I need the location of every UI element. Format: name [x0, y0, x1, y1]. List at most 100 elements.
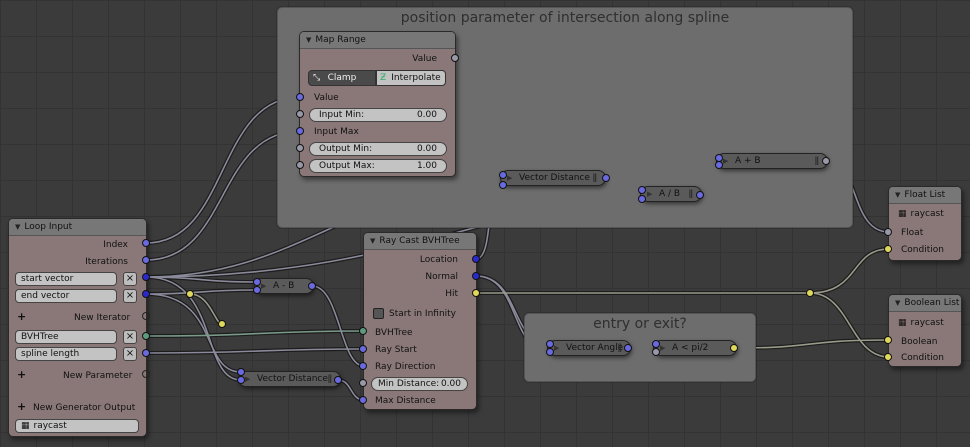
subtract-a-socket[interactable] — [253, 278, 261, 286]
remove-end-vector-button[interactable]: × — [123, 289, 137, 303]
new-iterator-socket[interactable] — [142, 312, 150, 320]
triangle-down-icon[interactable]: ▼ — [15, 219, 20, 235]
subtract-out-socket[interactable] — [308, 282, 316, 290]
node-header[interactable]: ▼ Float List — [889, 187, 961, 204]
add-out-socket[interactable] — [822, 157, 830, 165]
compare-node[interactable]: ▶ A < pi/2 — [653, 340, 737, 356]
vector-angle-node[interactable]: ▶ Vector Angle ǁ — [547, 340, 631, 356]
index-label: Index — [103, 240, 128, 250]
bvhtree-socket[interactable] — [142, 332, 150, 340]
min-distance-socket[interactable] — [359, 379, 367, 387]
triangle-down-icon[interactable]: ▼ — [895, 295, 900, 311]
vector-distance-bottom-node[interactable]: ▶ Vector Distance ǁ — [238, 371, 341, 387]
input-min-field[interactable]: Input Min: 0.00 — [309, 108, 447, 122]
raycast-bvhtree-node[interactable]: ▼ Ray Cast BVHTree Location Normal Hit St… — [363, 232, 477, 410]
float-list-node[interactable]: ▼ Float List ▦ raycast Float Condition — [888, 186, 962, 261]
new-parameter-button[interactable]: + New Parameter — [17, 369, 132, 382]
remove-bvhtree-button[interactable]: × — [123, 330, 137, 344]
input-min-socket[interactable] — [296, 110, 304, 118]
max-distance-socket[interactable] — [359, 396, 367, 404]
index-socket[interactable] — [142, 239, 150, 247]
output-max-socket[interactable] — [296, 161, 304, 169]
divide-a-socket[interactable] — [638, 186, 646, 194]
boolean-condition-socket[interactable] — [884, 353, 892, 361]
normal-socket[interactable] — [472, 272, 480, 280]
value-output-socket[interactable] — [451, 54, 459, 62]
vector-distance-bottom-a-socket[interactable] — [237, 368, 245, 376]
boolean-label: Boolean — [901, 337, 938, 347]
node-header[interactable]: ▼ Map Range — [300, 32, 455, 49]
triangle-right-icon[interactable]: ▶ — [554, 341, 559, 355]
generator-field[interactable]: ▦ raycast — [15, 419, 139, 433]
ray-start-socket[interactable] — [359, 345, 367, 353]
triangle-right-icon[interactable]: ▶ — [723, 154, 728, 168]
boolean-list-node[interactable]: ▼ Boolean List ▦ raycast Boolean Condition — [888, 294, 962, 367]
bvhtree-input-socket[interactable] — [359, 327, 367, 335]
vector-distance-bottom-out-socket[interactable] — [334, 376, 342, 384]
triangle-down-icon[interactable]: ▼ — [895, 187, 900, 203]
triangle-right-icon[interactable]: ▶ — [245, 372, 250, 386]
vector-distance-a-socket[interactable] — [499, 171, 507, 179]
triangle-down-icon[interactable]: ▼ — [306, 32, 311, 48]
node-header[interactable]: ▼ Boolean List — [889, 295, 961, 312]
output-max-field[interactable]: Output Max: 1.00 — [309, 159, 447, 173]
node-header[interactable]: ▼ Loop Input — [9, 219, 146, 236]
divide-node[interactable]: ▶ A / Bǁ — [640, 186, 702, 202]
input-max-socket[interactable] — [296, 127, 304, 135]
triangle-right-icon[interactable]: ▶ — [660, 341, 665, 355]
divide-b-socket[interactable] — [638, 195, 646, 203]
vector-distance-node[interactable]: ▶ Vector Distance ǁ — [500, 170, 606, 186]
triangle-right-icon[interactable]: ▶ — [647, 187, 652, 201]
min-distance-field[interactable]: Min Distance: 0.00 — [371, 377, 468, 391]
divide-out-socket[interactable] — [696, 191, 704, 199]
start-vector-field[interactable]: start vector — [15, 272, 117, 286]
spline-length-field[interactable]: spline length — [15, 347, 117, 361]
new-generator-output-button[interactable]: + New Generator Output — [17, 401, 135, 414]
end-vector-socket[interactable] — [142, 290, 150, 298]
node-header[interactable]: ▼ Ray Cast BVHTree — [364, 233, 476, 250]
vector-distance-b-socket[interactable] — [499, 181, 507, 189]
end-vector-field[interactable]: end vector — [15, 289, 117, 303]
output-min-socket[interactable] — [296, 144, 304, 152]
remove-spline-length-button[interactable]: × — [123, 347, 137, 361]
remove-start-vector-button[interactable]: × — [123, 272, 137, 286]
add-node[interactable]: ▶ A + Bǁ — [716, 153, 828, 169]
location-socket[interactable] — [472, 255, 480, 263]
ray-direction-socket[interactable] — [359, 362, 367, 370]
reroute-dot — [218, 320, 226, 328]
start-vector-socket[interactable] — [142, 273, 150, 281]
add-b-socket[interactable] — [715, 161, 723, 169]
clamp-button[interactable]: ⤡ Clamp — [308, 70, 376, 86]
new-iterator-button[interactable]: + New Iterator — [17, 311, 130, 324]
hit-socket[interactable] — [472, 289, 480, 297]
vector-angle-b-socket[interactable] — [546, 348, 554, 356]
boolean-input-socket[interactable] — [884, 336, 892, 344]
float-input-socket[interactable] — [884, 228, 892, 236]
float-condition-socket[interactable] — [884, 245, 892, 253]
value-input-socket[interactable] — [296, 93, 304, 101]
vector-angle-out-socket[interactable] — [624, 344, 632, 352]
triangle-right-icon[interactable]: ▶ — [507, 171, 512, 185]
bvhtree-field[interactable]: BVHTree — [15, 330, 117, 344]
triangle-right-icon[interactable]: ▶ — [261, 279, 266, 293]
spline-length-socket[interactable] — [142, 349, 150, 357]
iterations-socket[interactable] — [142, 256, 150, 264]
start-in-infinity-checkbox[interactable] — [373, 308, 384, 319]
compare-out-socket[interactable] — [730, 344, 738, 352]
new-parameter-socket[interactable] — [142, 370, 150, 378]
output-min-field[interactable]: Output Min: 0.00 — [309, 142, 447, 156]
compare-a-socket[interactable] — [652, 340, 660, 348]
subtract-node[interactable]: ▶ A - B — [254, 278, 314, 294]
bvhtree-label: BVHTree — [375, 328, 413, 338]
vector-angle-a-socket[interactable] — [546, 340, 554, 348]
triangle-down-icon[interactable]: ▼ — [370, 233, 375, 249]
map-range-node[interactable]: ▼ Map Range Value ⤡ Clamp Ƶ Interpolate Val… — [299, 31, 456, 177]
node-title: Map Range — [315, 35, 366, 45]
subtract-b-socket[interactable] — [253, 286, 261, 294]
vector-distance-bottom-b-socket[interactable] — [237, 376, 245, 384]
loop-input-node[interactable]: ▼ Loop Input Index Iterations start vecto… — [8, 218, 147, 437]
plus-icon: + — [17, 368, 27, 381]
interpolate-button[interactable]: Ƶ Interpolate — [376, 70, 446, 86]
vector-distance-out-socket[interactable] — [602, 174, 610, 182]
compare-b-socket[interactable] — [652, 348, 660, 356]
